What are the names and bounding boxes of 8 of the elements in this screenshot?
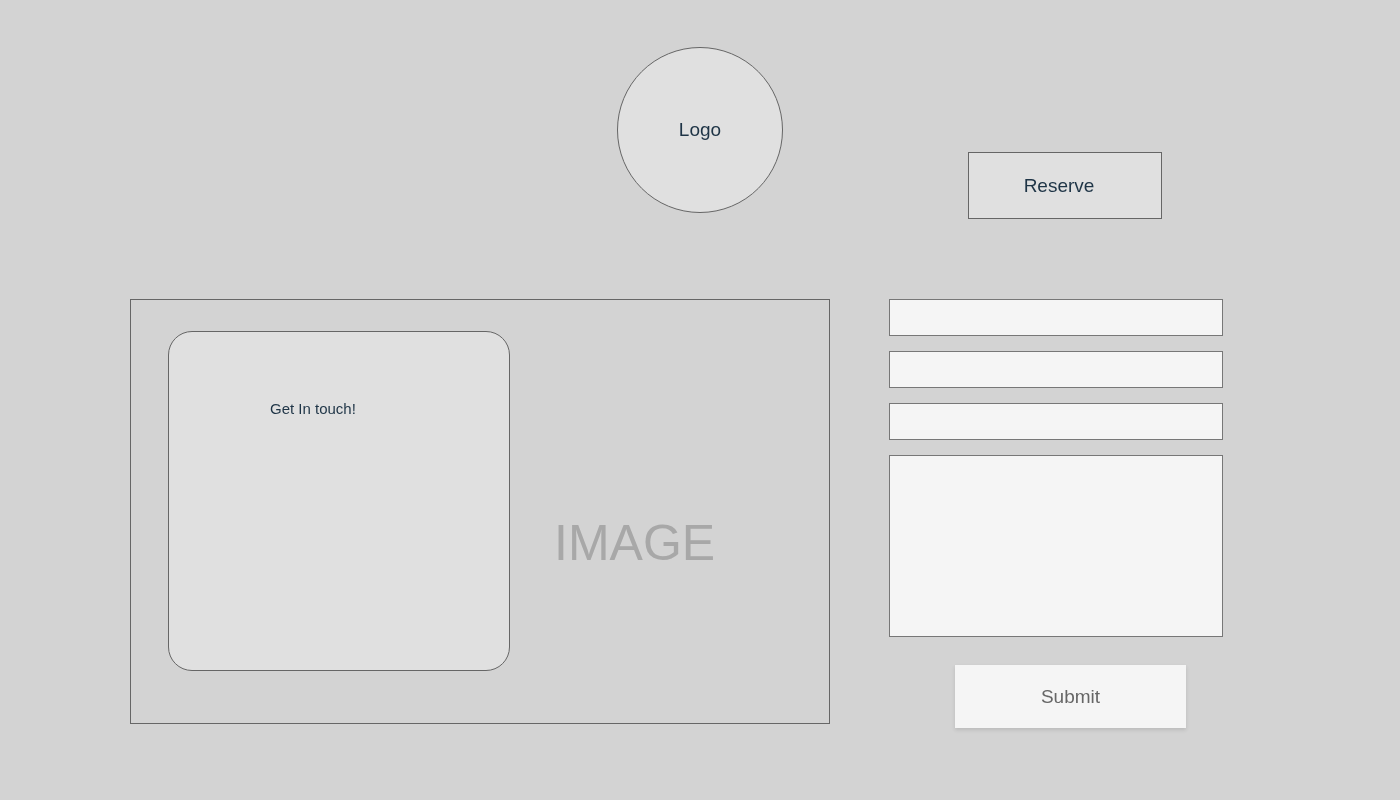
submit-button[interactable]: Submit xyxy=(955,665,1186,728)
logo: Logo xyxy=(617,47,783,213)
reserve-button[interactable]: Reserve xyxy=(968,152,1162,219)
message-field[interactable] xyxy=(889,455,1223,637)
input-field[interactable] xyxy=(889,403,1223,440)
input-field[interactable] xyxy=(889,299,1223,336)
input-field[interactable] xyxy=(889,351,1223,388)
card-title: Get In touch! xyxy=(270,400,356,417)
